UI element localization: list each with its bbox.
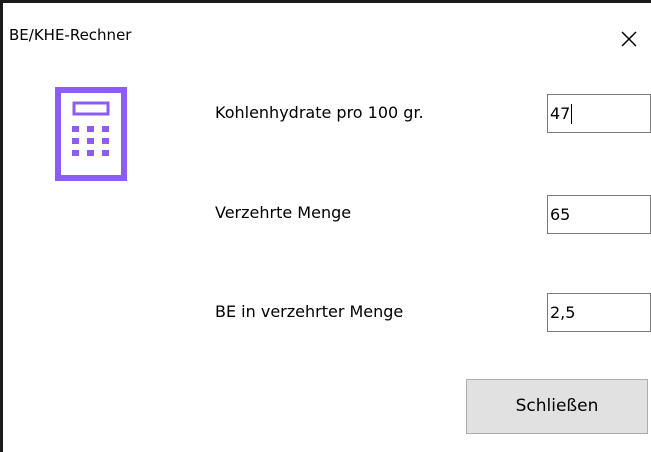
text-caret — [571, 103, 573, 124]
close-dialog-button[interactable]: Schließen — [466, 379, 648, 434]
label-carbs-per-100g: Kohlenhydrate pro 100 gr. — [215, 103, 424, 122]
carbs-per-100g-field[interactable]: 47 — [547, 94, 651, 133]
carbs-per-100g-value: 47 — [550, 104, 571, 123]
label-be-in-amount: BE in verzehrter Menge — [215, 302, 404, 321]
close-icon — [621, 31, 637, 47]
consumed-amount-value: 65 — [550, 205, 571, 224]
be-in-amount-field[interactable]: 2,5 — [547, 293, 651, 332]
window-title: BE/KHE-Rechner — [9, 26, 132, 44]
close-button[interactable] — [617, 27, 641, 51]
consumed-amount-field[interactable]: 65 — [547, 195, 651, 234]
be-in-amount-value: 2,5 — [550, 303, 576, 322]
label-consumed-amount: Verzehrte Menge — [215, 203, 352, 222]
calculator-icon — [55, 87, 127, 181]
dialog-window: BE/KHE-Rechner Kohlenhydrate pro 100 gr.… — [0, 0, 651, 452]
